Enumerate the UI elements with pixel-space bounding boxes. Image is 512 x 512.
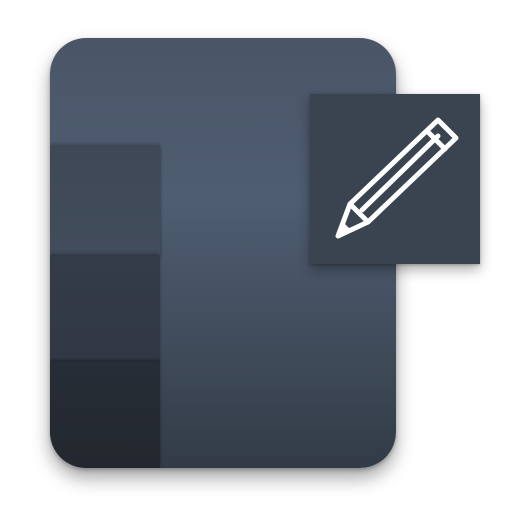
sidebar-block-1 xyxy=(50,146,160,256)
pencil-icon xyxy=(335,117,459,239)
app-icon xyxy=(0,0,512,512)
sidebar-block-2 xyxy=(50,256,160,362)
sidebar-block-3 xyxy=(50,362,160,468)
edit-badge xyxy=(310,94,480,264)
